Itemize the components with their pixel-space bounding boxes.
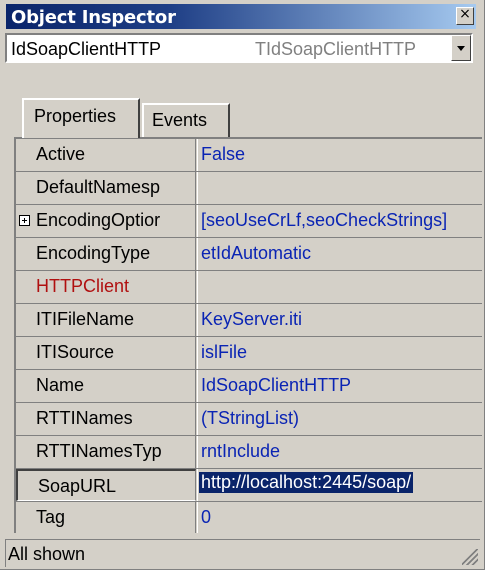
property-name-cell[interactable]: Active	[16, 139, 196, 171]
window-title: Object Inspector	[11, 7, 176, 28]
property-row-name[interactable]: Name IdSoapClientHTTP	[16, 370, 482, 403]
property-grid: Active False DefaultNamesp EncodingOptio…	[14, 137, 482, 533]
title-bar[interactable]: Object Inspector ×	[6, 4, 476, 29]
close-icon: ×	[459, 6, 471, 22]
component-name: IdSoapClientHTTP	[11, 39, 162, 59]
property-name-cell[interactable]: SoapURL	[16, 469, 196, 501]
property-name: RTTINamesTyp	[36, 441, 162, 461]
property-value: [seoUseCrLf,seoCheckStrings]	[201, 210, 448, 230]
property-name: Name	[36, 375, 85, 395]
property-value-cell[interactable]: (TStringList)	[197, 403, 482, 435]
property-value: IdSoapClientHTTP	[201, 375, 352, 395]
status-text: All shown	[8, 544, 86, 564]
tab-events[interactable]: Events	[142, 103, 230, 137]
property-row-httpclient[interactable]: HTTPClient	[16, 271, 482, 304]
property-row-encodingoptions[interactable]: EncodingOptior [seoUseCrLf,seoCheckStrin…	[16, 205, 482, 238]
property-name: Active	[36, 144, 86, 164]
property-row-encodingtype[interactable]: EncodingType etIdAutomatic	[16, 238, 482, 271]
property-name: ITIFileName	[36, 309, 135, 329]
property-name: SoapURL	[38, 476, 117, 496]
resize-grip-icon[interactable]	[462, 549, 478, 565]
property-value-cell[interactable]: 0	[197, 502, 482, 533]
expand-plus-icon[interactable]	[19, 215, 30, 226]
property-row-rttinames[interactable]: RTTINames (TStringList)	[16, 403, 482, 436]
property-value: islFile	[201, 342, 248, 362]
property-name: EncodingType	[36, 243, 151, 263]
property-name-cell[interactable]: EncodingOptior	[16, 205, 196, 237]
property-value: etIdAutomatic	[201, 243, 312, 263]
property-name: DefaultNamesp	[36, 177, 161, 197]
property-value-cell[interactable]: rntInclude	[197, 436, 482, 468]
property-value: KeyServer.iti	[201, 309, 303, 329]
dropdown-arrow-icon[interactable]	[451, 35, 471, 61]
property-value: rntInclude	[201, 441, 281, 461]
property-name-cell[interactable]: ITIFileName	[16, 304, 196, 336]
status-bar: All shown	[5, 539, 480, 567]
tab-properties-label: Properties	[34, 106, 117, 126]
property-name-cell[interactable]: Tag	[16, 502, 196, 533]
property-value-selected-text[interactable]: http://localhost:2445/soap/	[199, 472, 414, 493]
close-button[interactable]: ×	[456, 6, 474, 25]
object-inspector-window: Object Inspector × IdSoapClientHTTP TIdS…	[0, 0, 485, 570]
property-value-cell[interactable]	[197, 172, 482, 204]
property-value-cell[interactable]: KeyServer.iti	[197, 304, 482, 336]
property-value-cell[interactable]: [seoUseCrLf,seoCheckStrings]	[197, 205, 482, 237]
tab-events-label: Events	[152, 110, 208, 130]
property-name-cell[interactable]: EncodingType	[16, 238, 196, 270]
property-name-cell[interactable]: DefaultNamesp	[16, 172, 196, 204]
property-value-editor[interactable]: http://localhost:2445/soap/	[197, 469, 482, 501]
property-name: Tag	[36, 507, 66, 527]
property-name-cell[interactable]: RTTINamesTyp	[16, 436, 196, 468]
property-name-cell[interactable]: Name	[16, 370, 196, 402]
property-row-rttinamestype[interactable]: RTTINamesTyp rntInclude	[16, 436, 482, 469]
property-value-cell[interactable]: islFile	[197, 337, 482, 369]
component-type: TIdSoapClientHTTP	[255, 39, 417, 59]
tab-properties[interactable]: Properties	[22, 98, 140, 138]
property-value-cell[interactable]: False	[197, 139, 482, 171]
property-row-active[interactable]: Active False	[16, 139, 482, 172]
property-value-cell[interactable]: etIdAutomatic	[197, 238, 482, 270]
property-value-cell[interactable]: IdSoapClientHTTP	[197, 370, 482, 402]
property-value: 0	[201, 507, 212, 527]
property-name: HTTPClient	[36, 276, 130, 296]
property-name-cell[interactable]: RTTINames	[16, 403, 196, 435]
property-row-soapurl[interactable]: SoapURL http://localhost:2445/soap/	[16, 469, 482, 502]
property-value: (TStringList)	[201, 408, 300, 428]
component-selector[interactable]: IdSoapClientHTTP TIdSoapClientHTTP	[5, 33, 473, 63]
property-row-tag[interactable]: Tag 0	[16, 502, 482, 533]
property-name-cell[interactable]: HTTPClient	[16, 271, 196, 303]
property-row-defaultnamespace[interactable]: DefaultNamesp	[16, 172, 482, 205]
property-name: ITISource	[36, 342, 115, 362]
property-value-cell[interactable]	[197, 271, 482, 303]
property-value: False	[201, 144, 246, 164]
property-name-cell[interactable]: ITISource	[16, 337, 196, 369]
property-name: RTTINames	[36, 408, 133, 428]
property-row-itisource[interactable]: ITISource islFile	[16, 337, 482, 370]
property-name: EncodingOptior	[36, 210, 161, 230]
property-row-itifilename[interactable]: ITIFileName KeyServer.iti	[16, 304, 482, 337]
